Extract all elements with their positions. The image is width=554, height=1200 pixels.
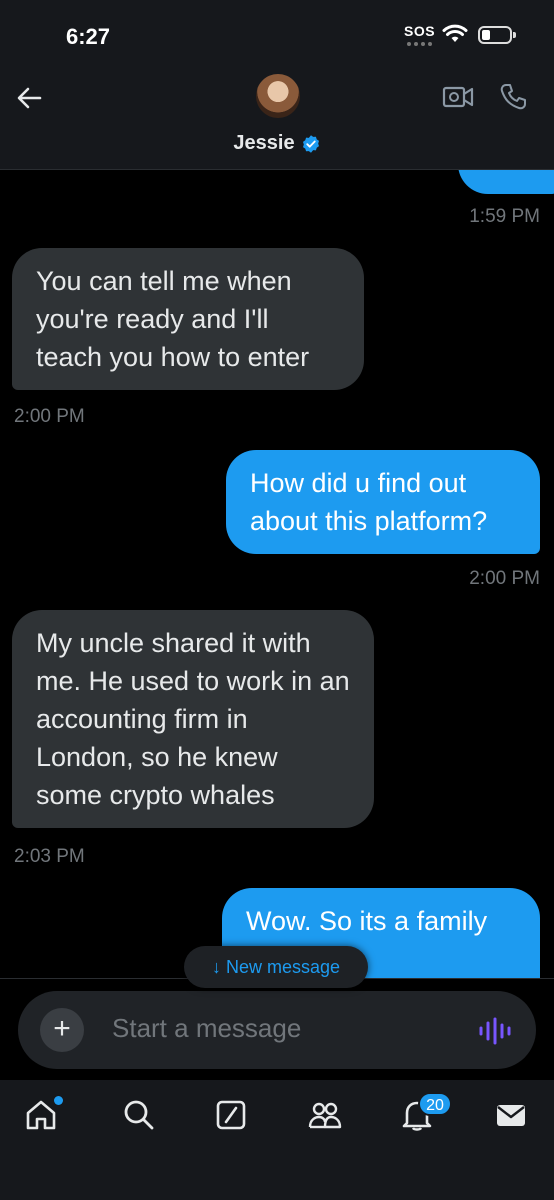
new-message-button[interactable]: ↓ New message: [184, 946, 368, 988]
status-time: 6:27: [66, 24, 111, 49]
messages-mail-icon[interactable]: [494, 1098, 528, 1132]
message-timestamp: 2:00 PM: [469, 568, 540, 589]
message-timestamp: 2:00 PM: [14, 406, 85, 427]
signal-dots-icon: [407, 42, 432, 46]
message-bubble-received[interactable]: My uncle shared it with me. He used to w…: [12, 610, 374, 828]
message-input[interactable]: Start a message: [112, 1013, 301, 1044]
voice-message-icon[interactable]: [478, 1017, 512, 1045]
add-media-button[interactable]: +: [40, 1008, 84, 1052]
verified-badge-icon: [302, 134, 319, 153]
contact-name: Jessie: [233, 132, 295, 154]
search-icon[interactable]: [122, 1098, 156, 1132]
video-call-icon[interactable]: [442, 84, 474, 110]
message-list[interactable]: Ok 1:59 PM You can tell me when you're r…: [0, 170, 554, 978]
message-timestamp: 2:03 PM: [14, 846, 85, 867]
message-bubble-sent[interactable]: Ok: [458, 170, 554, 194]
sos-indicator: SOS: [404, 23, 436, 39]
phone-call-icon[interactable]: [498, 82, 528, 112]
notifications-badge: 20: [418, 1092, 452, 1116]
communities-icon[interactable]: [308, 1098, 342, 1132]
home-notification-dot: [54, 1096, 63, 1105]
composer-bar: + Start a message: [0, 978, 554, 1080]
message-bubble-sent[interactable]: How did u find out about this platform?: [226, 450, 540, 554]
conversation-header: Jessie: [0, 62, 554, 170]
bottom-navigation: 20: [0, 1080, 554, 1200]
grok-icon[interactable]: [214, 1098, 248, 1132]
message-composer[interactable]: + Start a message: [18, 991, 536, 1069]
wifi-icon: [442, 24, 468, 42]
battery-icon: [478, 26, 516, 44]
message-bubble-received[interactable]: You can tell me when you're ready and I'…: [12, 248, 364, 390]
message-timestamp: 1:59 PM: [469, 206, 540, 227]
home-icon[interactable]: [24, 1098, 58, 1132]
status-bar: 6:27 SOS: [0, 0, 554, 62]
back-arrow-icon[interactable]: [14, 82, 46, 114]
contact-name-row[interactable]: Jessie: [0, 132, 554, 155]
contact-avatar[interactable]: [256, 74, 300, 118]
